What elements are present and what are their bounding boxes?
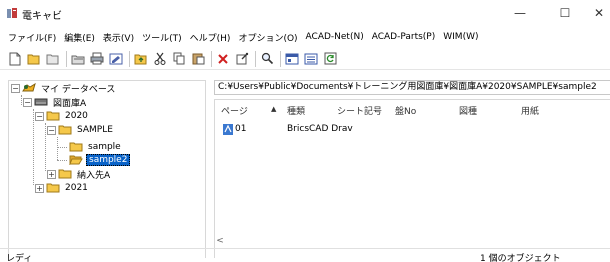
column-header-type[interactable]: 種類	[287, 104, 305, 117]
folder-icon[interactable]	[46, 52, 60, 66]
collapse-icon[interactable]: −	[35, 111, 44, 121]
window-title: 電キャビ	[22, 11, 62, 22]
menu-bar: ファイル(F) 編集(E) 表示(V) ツール(T) ヘルプ(H) オプション(…	[0, 28, 610, 46]
maximize-button[interactable]: ☐	[550, 3, 580, 23]
tree-line	[21, 95, 22, 105]
folder-icon	[69, 142, 83, 152]
tree-label: sample	[88, 142, 121, 152]
collapse-icon[interactable]: −	[23, 97, 32, 107]
tree-item-2021[interactable]: + 2021	[35, 181, 90, 195]
status-text: レディ	[6, 254, 33, 262]
column-header-sheet[interactable]: シート記号	[337, 104, 382, 117]
menu-options[interactable]: オプション(O)	[234, 31, 301, 44]
database-icon	[22, 83, 36, 92]
search-icon[interactable]	[260, 52, 274, 66]
tree-item-2020[interactable]: − 2020	[35, 109, 90, 123]
expand-icon[interactable]: +	[35, 183, 44, 193]
tree-label: SAMPLE	[77, 125, 113, 135]
open-folder-icon	[69, 155, 83, 165]
cad-file-icon	[223, 124, 233, 135]
tree-line	[57, 160, 67, 161]
print-icon[interactable]	[90, 52, 104, 66]
cut-icon[interactable]	[153, 52, 167, 66]
column-header-drawing-type[interactable]: 図種	[459, 104, 477, 117]
menu-file[interactable]: ファイル(F)	[4, 31, 60, 44]
column-header-panel-no[interactable]: 盤No	[395, 104, 416, 117]
refresh-icon[interactable]	[323, 52, 337, 66]
paste-icon[interactable]	[191, 52, 205, 66]
list-cell-page[interactable]: 01	[235, 124, 246, 134]
tree-line	[45, 123, 46, 171]
tree-item-delivery[interactable]: + 納入先A	[47, 167, 112, 181]
menu-acad-net[interactable]: ACAD-Net(N)	[302, 32, 368, 42]
folder-tree[interactable]: − マイ データベース − 図面庫A − 2020 − SAMPLE sampl…	[8, 80, 206, 258]
tree-line	[57, 147, 67, 148]
folder-icon	[46, 183, 60, 193]
tree-item-my-database[interactable]: − マイ データベース	[11, 81, 117, 95]
tree-label: マイ データベース	[41, 84, 116, 95]
menu-tools[interactable]: ツール(T)	[138, 31, 186, 44]
sort-ascending-icon: ▲	[271, 105, 277, 113]
menu-acad-parts[interactable]: ACAD-Parts(P)	[368, 32, 440, 42]
path-display: C:¥Users¥Public¥Documents¥トレーニング用図面庫¥図面庫…	[214, 80, 610, 95]
toolbar	[0, 48, 610, 70]
tree-item-db[interactable]: − 図面庫A	[23, 95, 88, 109]
column-header-paper[interactable]: 用紙	[521, 104, 539, 117]
tree-label: 2020	[65, 111, 88, 121]
drive-icon	[34, 98, 48, 106]
tree-line	[33, 109, 34, 185]
detail-view-icon[interactable]	[304, 52, 318, 66]
tree-label: 図面庫A	[53, 98, 87, 109]
open-icon[interactable]	[27, 52, 41, 66]
toolbar-separator	[255, 50, 256, 67]
menu-view[interactable]: 表示(V)	[99, 31, 138, 44]
view-icon[interactable]	[285, 52, 299, 66]
tree-line	[57, 137, 58, 160]
app-icon	[7, 8, 17, 18]
expand-icon[interactable]: +	[47, 169, 56, 179]
minimize-button[interactable]: —	[505, 3, 535, 23]
collapse-icon[interactable]: −	[47, 125, 56, 135]
edit-icon[interactable]	[109, 52, 123, 66]
collapse-icon[interactable]: −	[11, 83, 20, 93]
toolbar-separator	[211, 50, 212, 67]
save-icon[interactable]	[71, 52, 85, 66]
properties-icon[interactable]	[235, 52, 249, 66]
tree-item-sample-folder[interactable]: − SAMPLE	[47, 123, 115, 137]
up-folder-icon[interactable]	[134, 52, 148, 66]
menu-wim[interactable]: WIM(W)	[439, 32, 482, 42]
folder-icon	[58, 169, 72, 179]
menu-help[interactable]: ヘルプ(H)	[186, 31, 235, 44]
tree-label-selected: sample2	[86, 154, 131, 166]
status-bar: レディ 1 個のオブジェクト	[0, 248, 610, 262]
title-bar: 電キャビ — ☐ ✕	[0, 0, 610, 26]
folder-icon	[58, 125, 72, 135]
delete-icon[interactable]	[216, 52, 230, 66]
toolbar-separator	[66, 50, 67, 67]
menu-edit[interactable]: 編集(E)	[60, 31, 99, 44]
close-button[interactable]: ✕	[584, 3, 610, 23]
column-header-page[interactable]: ページ	[221, 104, 248, 117]
object-count: 1 個のオブジェクト	[480, 254, 561, 262]
scroll-left-button[interactable]: <	[214, 236, 226, 246]
toolbar-separator	[129, 50, 130, 67]
toolbar-separator	[280, 50, 281, 67]
tree-label: 納入先A	[77, 170, 111, 181]
tree-item-sample[interactable]: sample	[69, 140, 123, 154]
new-icon[interactable]	[8, 52, 22, 66]
list-cell-type[interactable]: BricsCAD Drav	[287, 124, 353, 134]
folder-icon	[46, 111, 60, 121]
copy-icon[interactable]	[172, 52, 186, 66]
tree-label: 2021	[65, 183, 88, 193]
file-list[interactable]: ページ ▲ 種類 シート記号 盤No 図種 用紙 01 BricsCAD Dra…	[214, 99, 610, 258]
tree-item-sample2[interactable]: sample2	[69, 153, 131, 167]
